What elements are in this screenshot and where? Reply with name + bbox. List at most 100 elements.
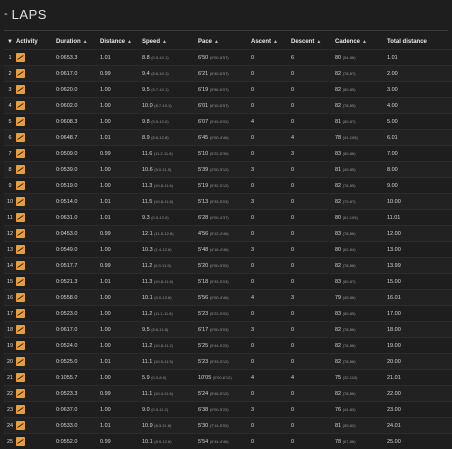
duration-cell: 0:1055.7: [56, 370, 100, 386]
ascent-cell: 0: [251, 434, 291, 449]
table-row[interactable]: 20:0617.00.999.4 (8.6-10.1)6'21 (6'40-6'…: [4, 66, 452, 82]
pace-cell: 6'07 (5'49-6'02): [198, 114, 251, 130]
laps-section-header[interactable]: - LAPS: [0, 0, 452, 28]
descent-cell: 4: [291, 130, 335, 146]
lap-number: 22: [4, 386, 16, 402]
pace-range: (6'10-6'57): [210, 103, 229, 108]
speed-range: (0.0-11.2): [151, 407, 168, 412]
pace-range: (5'33-5'03): [210, 279, 229, 284]
table-row[interactable]: 190:0524.01.0011.2 (10.8-11.2)5'25 (5'44…: [4, 338, 452, 354]
distance-cell: 1.00: [100, 370, 142, 386]
table-row[interactable]: 90:0519.01.0011.3 (10.8-11.6)5'19 (5'32-…: [4, 178, 452, 194]
pace-cell: 5'25 (5'44-5'22): [198, 338, 251, 354]
activity-icon-cell: [16, 98, 56, 114]
duration-cell: 0:0549.0: [56, 242, 100, 258]
table-row[interactable]: 140:0517.70.9911.2 (0.0-11.9)5'20 (0'00-…: [4, 258, 452, 274]
distance-cell: 1.01: [100, 274, 142, 290]
running-activity-icon: [16, 181, 25, 190]
table-row[interactable]: 100:0514.01.0111.5 (10.8-11.8)5'13 (5'33…: [4, 194, 452, 210]
duration-cell: 0:0602.0: [56, 98, 100, 114]
col-header-activity[interactable]: Activity: [16, 35, 56, 50]
col-header-speed[interactable]: Speed▲: [142, 35, 198, 50]
col-header-cadence[interactable]: Cadence▲: [335, 35, 387, 50]
table-row[interactable]: 110:0631.01.019.3 (0.0-13.0)6'28 (0'00-4…: [4, 210, 452, 226]
pace-cell: 5'56 (0'00-4'46): [198, 290, 251, 306]
lap-number: 23: [4, 402, 16, 418]
speed-range: (9.7-10.1): [151, 87, 168, 92]
speed-range: (8.3-11.8): [154, 423, 171, 428]
table-row[interactable]: 60:0648.71.018.9 (8.6-12.8)6'45 (0'00-4'…: [4, 130, 452, 146]
table-row[interactable]: 150:0521.31.0111.3 (10.8-11.8)5'18 (5'33…: [4, 274, 452, 290]
lap-number: 8: [4, 162, 16, 178]
ascent-cell: 3: [251, 162, 291, 178]
table-row[interactable]: 70:0509.00.9911.6 (11.2-11.8)5'10 (5'22-…: [4, 146, 452, 162]
col-header-descent[interactable]: Descent▲: [291, 35, 335, 50]
cadence-range: (61-109): [343, 215, 358, 220]
duration-cell: 0:0631.0: [56, 210, 100, 226]
col-header-total-distance[interactable]: Total distance: [387, 35, 452, 50]
table-row[interactable]: 180:0617.01.009.5 (8.6-11.8)6'17 (0'00-5…: [4, 322, 452, 338]
cadence-range: (79-87): [343, 199, 356, 204]
pace-range: (5'56-6'07): [210, 87, 229, 92]
speed-cell: 10.1 (8.9-12.8): [142, 434, 198, 449]
pace-cell: 5'24 (5'46-5'12): [198, 386, 251, 402]
sort-chevron-icon[interactable]: ▼: [4, 35, 16, 50]
speed-cell: 11.5 (10.8-11.8): [142, 194, 198, 210]
total-distance-cell: 20.00: [387, 354, 452, 370]
table-row[interactable]: 230:0637.01.009.0 (0.0-11.2)6'38 (0'00-5…: [4, 402, 452, 418]
running-activity-icon: [16, 101, 25, 110]
cadence-cell: 83 (80-86): [335, 146, 387, 162]
descent-cell: 4: [291, 370, 335, 386]
table-row[interactable]: 170:0523.01.0011.2 (11.1-11.8)5'23 (5'22…: [4, 306, 452, 322]
distance-cell: 1.00: [100, 98, 142, 114]
table-row[interactable]: 130:0549.01.0010.3 (1.4-12.8)5'48 (4'16-…: [4, 242, 452, 258]
total-distance-cell: 11.01: [387, 210, 452, 226]
speed-cell: 8.8 (0.0-10.1): [142, 50, 198, 66]
table-row[interactable]: 160:0558.01.0010.1 (0.0-12.8)5'56 (0'00-…: [4, 290, 452, 306]
descent-cell: 3: [291, 146, 335, 162]
total-distance-cell: 22.00: [387, 386, 452, 402]
running-activity-icon: [16, 357, 25, 366]
col-header-distance[interactable]: Distance▲: [100, 35, 142, 50]
activity-icon-cell: [16, 82, 56, 98]
table-row[interactable]: 30:0620.01.009.5 (9.7-10.1)6'19 (5'56-6'…: [4, 82, 452, 98]
distance-cell: 0.99: [100, 258, 142, 274]
table-row[interactable]: 200:0525.01.0111.1 (10.5-11.5)5'23 (5'33…: [4, 354, 452, 370]
col-header-pace[interactable]: Pace▲: [198, 35, 251, 50]
running-activity-icon: [16, 149, 25, 158]
cadence-cell: 83 (78-86): [335, 226, 387, 242]
ascent-cell: 4: [251, 114, 291, 130]
cadence-cell: 75 (32-115): [335, 370, 387, 386]
duration-cell: 0:0648.7: [56, 130, 100, 146]
speed-cell: 10.6 (5.0-11.5): [142, 162, 198, 178]
table-row[interactable]: 10:0653.31.018.8 (0.0-10.1)6'50 (0'00-6'…: [4, 50, 452, 66]
speed-range: (0.0-13.0): [151, 215, 168, 220]
lap-number: 2: [4, 66, 16, 82]
table-row[interactable]: 80:0539.01.0010.6 (5.0-11.5)5'39 (2'00-5…: [4, 162, 452, 178]
ascent-cell: 0: [251, 50, 291, 66]
activity-icon-cell: [16, 370, 56, 386]
ascent-cell: 0: [251, 306, 291, 322]
activity-icon-cell: [16, 322, 56, 338]
pace-range: (0'00-4'46): [210, 295, 229, 300]
speed-cell: 9.5 (8.6-11.8): [142, 322, 198, 338]
table-row[interactable]: 250:0552.00.9910.1 (8.9-12.8)5'54 (6'44-…: [4, 434, 452, 449]
col-header-ascent[interactable]: Ascent▲: [251, 35, 291, 50]
table-row[interactable]: 220:0523.30.9911.1 (10.4-11.6)5'24 (5'46…: [4, 386, 452, 402]
table-row[interactable]: 210:1055.71.005.9 (0.0-8.5)10'05 (0'00-6…: [4, 370, 452, 386]
speed-cell: 9.8 (9.5-10.0): [142, 114, 198, 130]
collapse-icon[interactable]: -: [4, 8, 8, 20]
ascent-cell: 0: [251, 258, 291, 274]
distance-cell: 1.00: [100, 242, 142, 258]
activity-icon-cell: [16, 130, 56, 146]
descent-cell: 6: [291, 50, 335, 66]
col-header-duration[interactable]: Duration▲: [56, 35, 100, 50]
total-distance-cell: 6.01: [387, 130, 452, 146]
cadence-range: (78-87): [343, 71, 356, 76]
pace-cell: 5'20 (0'00-5'02): [198, 258, 251, 274]
table-row[interactable]: 120:0453.00.9912.1 (11.5-12.8)4'56 (5'12…: [4, 226, 452, 242]
table-row[interactable]: 40:0602.01.0010.0 (8.7-10.1)6'01 (6'10-6…: [4, 98, 452, 114]
running-activity-icon: [16, 373, 25, 382]
total-distance-cell: 25.00: [387, 434, 452, 449]
table-row[interactable]: 50:0608.31.009.8 (9.5-10.0)6'07 (5'49-6'…: [4, 114, 452, 130]
